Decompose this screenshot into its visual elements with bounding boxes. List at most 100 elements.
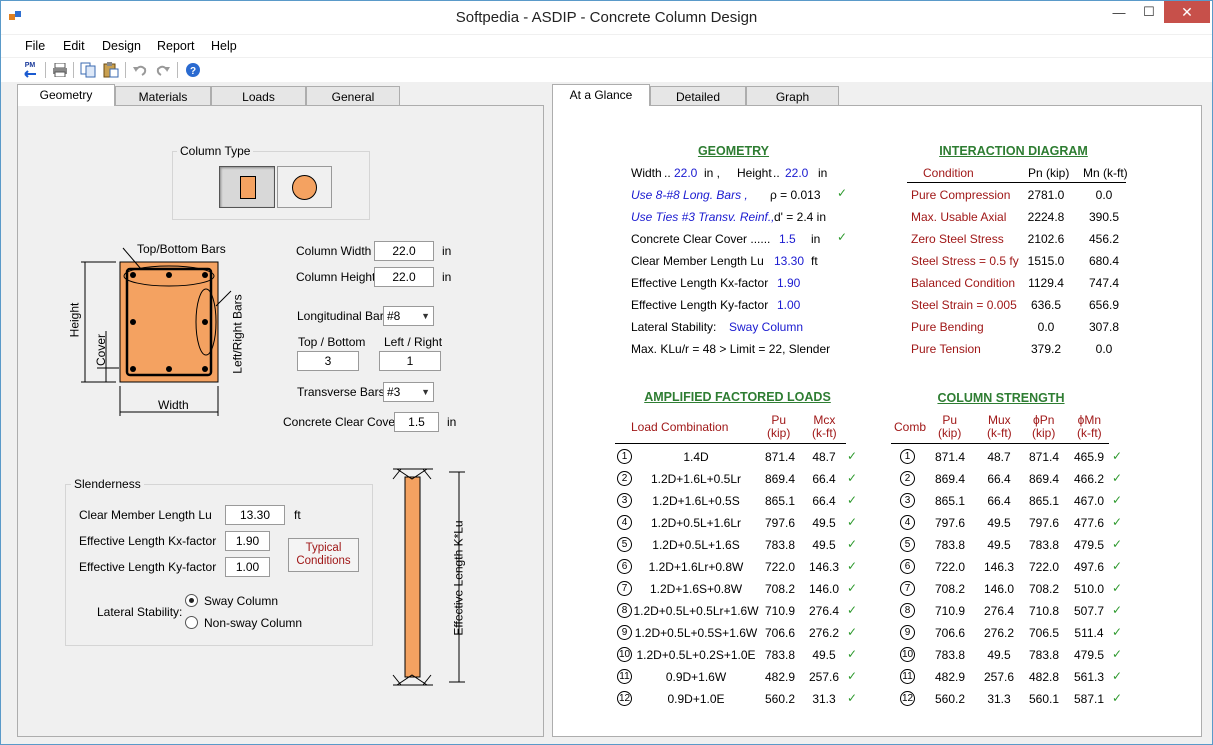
load-mcx: 146.3 [808,560,840,574]
geo-rho: ρ = 0.013 [770,188,821,202]
strength-pu: 797.6 [934,516,966,530]
load-pu: 865.1 [764,494,796,508]
nonsway-radio[interactable] [185,616,198,629]
typical-conditions-button[interactable]: Typical Conditions [288,538,359,572]
undo-icon[interactable] [131,61,149,79]
check-icon: ✓ [847,581,858,595]
geo-lateral-value: Sway Column [729,320,804,334]
combination-number-icon: 3 [617,493,632,508]
interaction-pn: 2781.0 [1027,188,1065,202]
load-pu: 708.2 [764,582,796,596]
menu-report[interactable]: Report [157,39,195,53]
interaction-pn: 1129.4 [1028,276,1064,290]
top-bottom-input[interactable]: 3 [297,351,359,371]
check-icon: ✓ [1112,515,1123,529]
load-combination: 1.2D+1.6L+0.5S [652,494,740,508]
strength-pu: 710.9 [934,604,966,618]
menu-help[interactable]: Help [211,39,237,53]
radio-dot [189,598,194,603]
combination-number-icon: 11 [900,669,915,684]
geo-lu-label: Clear Member Length Lu [631,254,764,268]
left-right-bars-label: Left/Right Bars [230,294,245,374]
maximize-button[interactable]: ☐ [1134,1,1164,23]
column-section-diagram [81,247,232,416]
help-icon[interactable]: ? [184,61,202,79]
combination-number-icon: 11 [617,669,632,684]
strength-mux: 49.5 [987,648,1011,662]
loads-col-pu: Pu (kip) [767,413,791,440]
load-pu: 710.9 [764,604,796,618]
combination-number-icon: 8 [900,603,915,618]
loads-col-mcx: Mcx (k-ft) [812,413,837,440]
left-right-input[interactable]: 1 [379,351,441,371]
load-combination: 0.9D+1.6W [665,670,727,684]
print-icon[interactable] [51,61,69,79]
geo-width-value: 22.0 [674,166,698,180]
load-combination: 1.2D+1.6L+0.5Lr [650,472,742,486]
lu-input[interactable]: 13.30 [225,505,285,525]
tab-at-a-glance[interactable]: At a Glance [552,84,650,106]
longitudinal-bars-select[interactable]: #8 ▼ [383,306,434,326]
ky-input[interactable]: 1.00 [225,557,270,577]
menu-design[interactable]: Design [102,39,141,53]
column-height-input[interactable]: 22.0 [374,267,434,287]
combination-number-icon: 5 [617,537,632,552]
menu-bar: File Edit Design Report Help [1,35,1212,57]
geo-width-unit: in , [704,166,721,180]
sway-radio[interactable] [185,594,198,607]
menu-edit[interactable]: Edit [63,39,85,53]
geo-kx-value: 1.90 [777,276,801,290]
load-combination: 0.9D+1.0E [667,692,725,706]
strength-pu: 560.2 [934,692,966,706]
tab-geometry[interactable]: Geometry [17,84,115,106]
close-button[interactable]: ✕ [1164,1,1210,23]
strength-pu: 708.2 [934,582,966,596]
copy-icon[interactable] [79,61,97,79]
geo-rho-check-icon: ✓ [837,186,848,200]
interaction-condition: Steel Strain = 0.005 [911,298,1017,312]
toolbar-separator [73,62,74,78]
pm-icon[interactable]: PM [21,61,39,79]
tab-loads[interactable]: Loads [211,86,306,106]
tab-graph[interactable]: Graph [746,86,839,106]
load-mcx: 66.4 [812,472,836,486]
load-combination: 1.2D+0.5L+1.6Lr [650,516,742,530]
circular-column-button[interactable] [277,166,332,208]
strength-header: COLUMN STRENGTH [937,391,1065,405]
strength-header-rule [891,443,1109,444]
check-icon: ✓ [1112,449,1123,463]
geo-cover-value: 1.5 [779,232,796,246]
paste-icon[interactable] [102,61,120,79]
geo-height-dots: .. [773,166,780,180]
column-width-input[interactable]: 22.0 [374,241,434,261]
load-mcx: 276.4 [808,604,840,618]
tab-general[interactable]: General [306,86,400,106]
combination-number-icon: 12 [617,691,632,706]
strength-phipn: 865.1 [1028,494,1060,508]
geo-cover-unit: in [811,232,821,246]
nonsway-label[interactable]: Non-sway Column [204,616,302,630]
ky-label: Effective Length Ky-factor [79,560,217,574]
geo-height-label: Height [737,166,772,180]
check-icon: ✓ [847,449,858,463]
transverse-bars-select[interactable]: #3 ▼ [383,382,434,402]
menu-file[interactable]: File [25,39,45,53]
strength-col-pu: Pu (kip) [938,413,962,440]
slenderness-title: Slenderness [71,477,144,491]
tab-materials[interactable]: Materials [115,86,211,106]
clear-cover-input[interactable]: 1.5 [394,412,439,432]
load-mcx: 276.2 [808,626,840,640]
pm-label: PM [24,62,36,69]
combination-number-icon: 8 [617,603,632,618]
geo-lu-unit: ft [811,254,818,268]
rectangular-column-button[interactable] [219,166,275,208]
tab-detailed[interactable]: Detailed [650,86,746,106]
kx-input[interactable]: 1.90 [225,531,270,551]
minimize-button[interactable]: — [1104,1,1134,23]
redo-icon[interactable] [154,61,172,79]
strength-phimn: 507.7 [1073,604,1105,618]
interaction-mn: 0.0 [1095,342,1113,356]
interaction-mn: 390.5 [1088,210,1120,224]
geo-lateral-label: Lateral Stability: [631,320,717,334]
sway-label[interactable]: Sway Column [204,594,278,608]
